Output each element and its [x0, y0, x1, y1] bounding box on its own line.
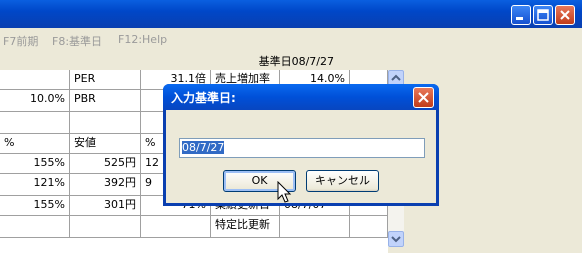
grid-cell: PBR: [70, 90, 141, 112]
f7-previous-period[interactable]: F7前期: [3, 33, 38, 49]
grid-cell: [0, 112, 70, 134]
grid-cell: %: [0, 134, 70, 154]
minimize-button[interactable]: [511, 5, 531, 25]
dialog-body: 08/7/27 OK キャンセル: [166, 110, 436, 203]
base-date-dialog: 入力基準日: 08/7/27 OK キャンセル: [163, 84, 439, 206]
grid-cell: 特定比更新: [211, 216, 280, 238]
grid-cell: 392円: [70, 174, 141, 196]
dialog-close-button[interactable]: [413, 87, 434, 108]
window-titlebar: [0, 0, 582, 28]
grid-cell: [70, 112, 141, 134]
grid-cell: 301円: [70, 196, 141, 216]
dialog-title: 入力基準日:: [171, 91, 236, 105]
f8-base-date[interactable]: F8:基準日: [52, 33, 102, 49]
grid-cell: 安値: [70, 134, 141, 154]
base-date-bar: 基準日08/7/27: [0, 50, 405, 68]
grid-cell: [280, 216, 350, 238]
maximize-button[interactable]: [533, 5, 553, 25]
minimize-icon: [516, 17, 523, 20]
grid-cell: [141, 216, 211, 238]
grid-cell: [0, 216, 70, 238]
function-key-bar: F7前期 F8:基準日 F12:Help: [0, 28, 582, 50]
grid-cell: [350, 216, 388, 238]
chevron-up-icon: [391, 74, 401, 81]
f12-help[interactable]: F12:Help: [118, 33, 167, 46]
base-date-input[interactable]: 08/7/27: [179, 138, 425, 158]
grid-cell: PER: [70, 70, 141, 90]
grid-cell: 10.0%: [0, 90, 70, 112]
base-date-label: 基準日08/7/27: [258, 55, 334, 68]
chevron-down-icon: [391, 236, 401, 243]
grid-cell: 525円: [70, 154, 141, 174]
scroll-down-button[interactable]: [388, 231, 404, 247]
base-date-input-value: 08/7/27: [182, 141, 225, 154]
grid-cell: [70, 216, 141, 238]
close-icon: [560, 10, 570, 20]
dialog-titlebar: 入力基準日:: [163, 84, 439, 110]
cancel-button[interactable]: キャンセル: [306, 170, 379, 192]
grid-cell: 121%: [0, 174, 70, 196]
grid-cell: [0, 70, 70, 90]
maximize-icon: [537, 9, 549, 21]
mouse-pointer-icon: [277, 181, 292, 203]
close-button[interactable]: [555, 5, 575, 25]
close-icon: [418, 92, 429, 103]
grid-cell: 155%: [0, 154, 70, 174]
grid-cell: 155%: [0, 196, 70, 216]
